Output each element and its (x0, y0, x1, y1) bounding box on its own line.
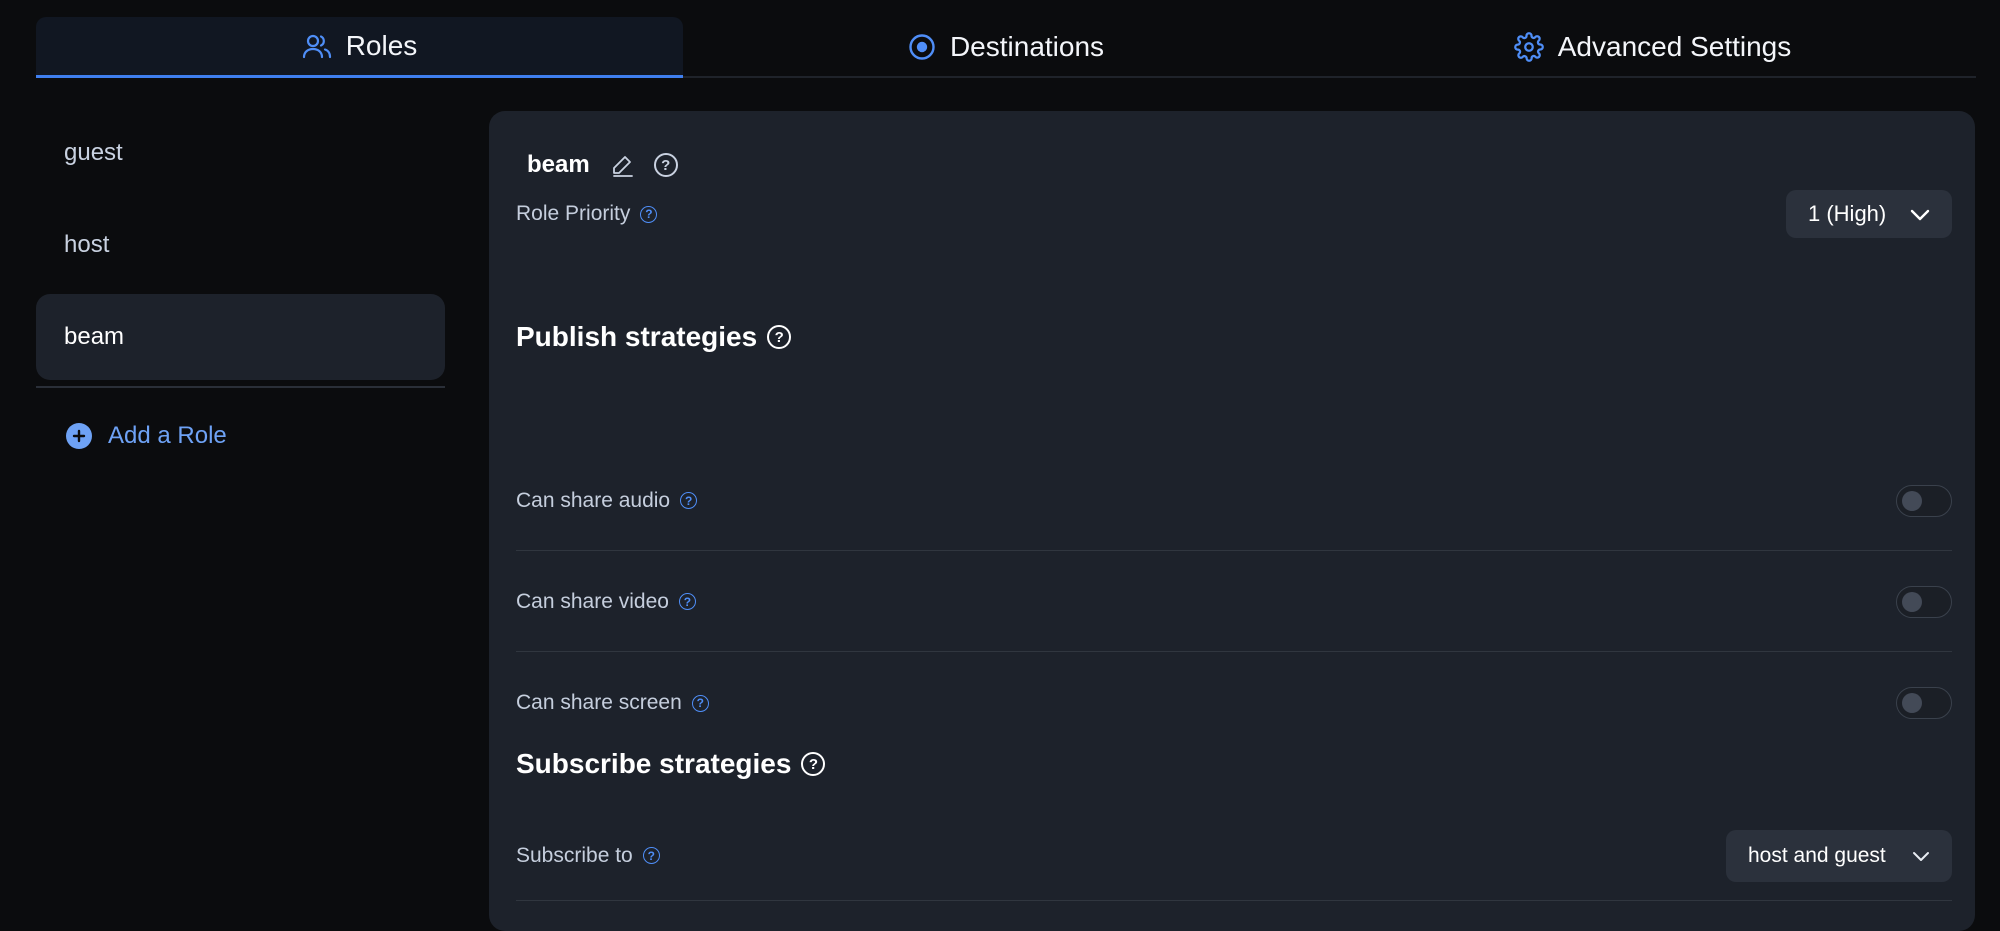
toggle-knob (1902, 490, 1922, 511)
subscribe-to-select[interactable]: host and guest (1726, 829, 1952, 882)
publish-strategies-heading: Publish strategies ? (516, 321, 792, 353)
publish-row-label-group: Can share audio ? (516, 488, 698, 513)
help-icon[interactable]: ? (640, 205, 658, 223)
publish-row-label: Can share video (516, 589, 669, 613)
add-role-label: Add a Role (108, 422, 227, 449)
publish-row-video: Can share video ? (516, 552, 1952, 652)
tab-destinations-label: Destinations (949, 30, 1105, 62)
chevron-down-icon (1910, 201, 1930, 227)
help-icon[interactable]: ? (691, 694, 709, 712)
roles-sidebar: guest host beam Add a Role (36, 110, 445, 450)
role-priority-select[interactable]: 1 (High) (1786, 190, 1952, 238)
tab-destinations[interactable]: Destinations (683, 17, 1329, 76)
sidebar-item-label: host (64, 231, 110, 258)
help-icon[interactable]: ? (653, 153, 678, 177)
help-icon[interactable]: ? (767, 325, 792, 349)
share-video-toggle[interactable] (1896, 585, 1952, 618)
subscribe-to-label: Subscribe to (516, 843, 633, 867)
publish-row-screen: Can share screen ? (516, 653, 1952, 753)
add-role-button[interactable]: Add a Role (36, 422, 445, 450)
publish-row-label-group: Can share screen ? (516, 691, 709, 715)
role-priority-label-group: Role Priority ? (516, 202, 658, 226)
tab-roles-label: Roles (345, 30, 418, 61)
subscribe-label-group: Subscribe to ? (516, 844, 660, 868)
role-priority-row: Role Priority ? 1 (High) (516, 189, 1952, 239)
users-icon (302, 33, 332, 59)
help-icon[interactable]: ? (680, 492, 698, 509)
subscribe-to-row: Subscribe to ? host and guest (516, 811, 1952, 901)
plus-circle-icon (66, 423, 92, 449)
toggle-knob (1902, 591, 1922, 612)
target-icon (908, 33, 936, 61)
sidebar-item-host[interactable]: host (36, 202, 445, 288)
help-icon[interactable]: ? (801, 752, 826, 776)
tab-advanced-settings[interactable]: Advanced Settings (1329, 17, 1976, 76)
sidebar-item-beam[interactable]: beam (36, 294, 445, 380)
publish-row-label: Can share screen (516, 691, 682, 714)
tab-advanced-settings-label: Advanced Settings (1557, 30, 1792, 62)
publish-row-label-group: Can share video ? (516, 590, 696, 614)
subscribe-to-value: host and guest (1748, 843, 1886, 867)
publish-row-audio: Can share audio ? (516, 451, 1952, 551)
tab-bar: Roles Destinations Advanced Settings (36, 17, 1976, 78)
sidebar-item-guest[interactable]: guest (36, 110, 445, 196)
toggle-knob (1902, 693, 1922, 713)
gear-icon (1513, 31, 1544, 62)
help-icon[interactable]: ? (642, 847, 660, 864)
edit-icon[interactable] (610, 153, 634, 177)
tab-roles[interactable]: Roles (36, 17, 683, 78)
share-screen-toggle[interactable] (1896, 687, 1952, 719)
role-priority-value: 1 (High) (1808, 201, 1887, 226)
subscribe-strategies-heading: Subscribe strategies ? (516, 748, 826, 780)
publish-strategies-title: Publish strategies (516, 321, 758, 352)
role-settings-panel: beam ? Role Priority ? 1 (High) Publish … (489, 111, 1975, 931)
sidebar-item-label: beam (64, 323, 125, 350)
chevron-down-icon (1912, 844, 1930, 868)
sidebar-item-label: guest (64, 139, 123, 166)
role-name: beam (527, 151, 590, 178)
share-audio-toggle[interactable] (1896, 484, 1952, 517)
publish-row-label: Can share audio (516, 488, 671, 512)
role-priority-label: Role Priority (516, 202, 631, 225)
role-header: beam ? (527, 151, 678, 179)
sidebar-divider (36, 386, 445, 388)
help-icon[interactable]: ? (678, 593, 696, 610)
subscribe-strategies-title: Subscribe strategies (516, 748, 792, 779)
